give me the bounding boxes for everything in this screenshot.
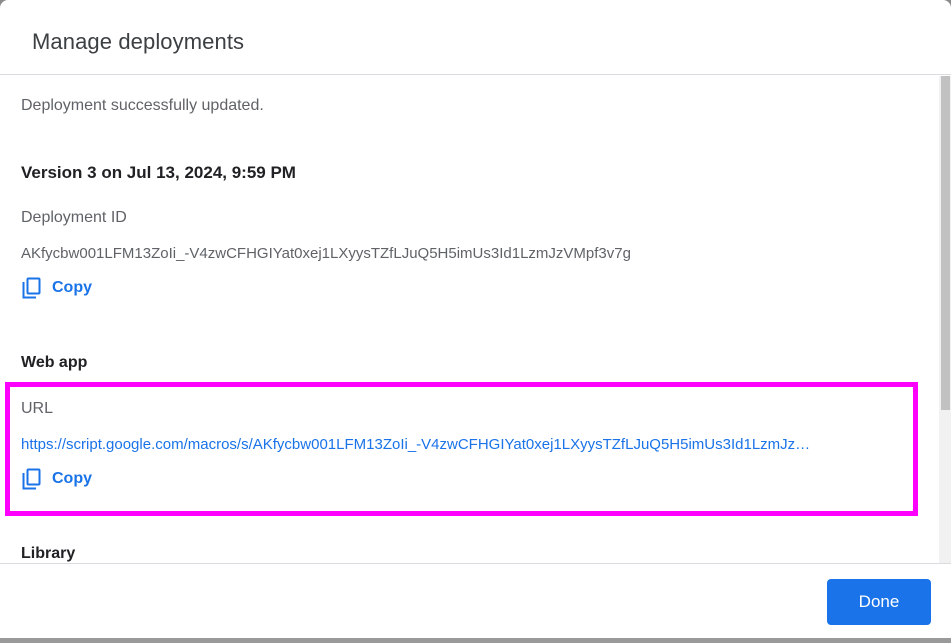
web-app-url-link[interactable]: https://script.google.com/macros/s/AKfyc… bbox=[21, 436, 905, 453]
deployment-id-label: Deployment ID bbox=[21, 209, 127, 226]
dialog-body[interactable]: Deployment successfully updated. Version… bbox=[0, 76, 951, 563]
done-button[interactable]: Done bbox=[827, 579, 931, 625]
copy-icon bbox=[22, 468, 42, 490]
dialog-footer: Done bbox=[0, 563, 951, 638]
dialog-header: Manage deployments bbox=[0, 0, 951, 75]
backdrop bbox=[0, 638, 951, 643]
deployment-id-value: AKfycbw001LFM13ZoIi_-V4zwCFHGIYat0xej1LX… bbox=[21, 245, 631, 262]
manage-deployments-dialog: Manage deployments Deployment successful… bbox=[0, 0, 951, 643]
copy-deployment-id-label: Copy bbox=[52, 279, 92, 296]
copy-url-button[interactable]: Copy bbox=[16, 463, 98, 495]
copy-deployment-id-button[interactable]: Copy bbox=[16, 272, 98, 304]
version-heading: Version 3 on Jul 13, 2024, 9:59 PM bbox=[21, 163, 296, 182]
copy-icon bbox=[22, 277, 42, 299]
status-message: Deployment successfully updated. bbox=[21, 97, 264, 114]
scrollbar-thumb[interactable] bbox=[941, 76, 950, 410]
scrollbar[interactable] bbox=[939, 76, 951, 563]
url-label: URL bbox=[21, 400, 54, 417]
copy-url-label: Copy bbox=[52, 470, 92, 487]
library-heading: Library bbox=[21, 545, 76, 562]
web-app-heading: Web app bbox=[21, 354, 88, 371]
dialog-title: Manage deployments bbox=[32, 29, 245, 54]
